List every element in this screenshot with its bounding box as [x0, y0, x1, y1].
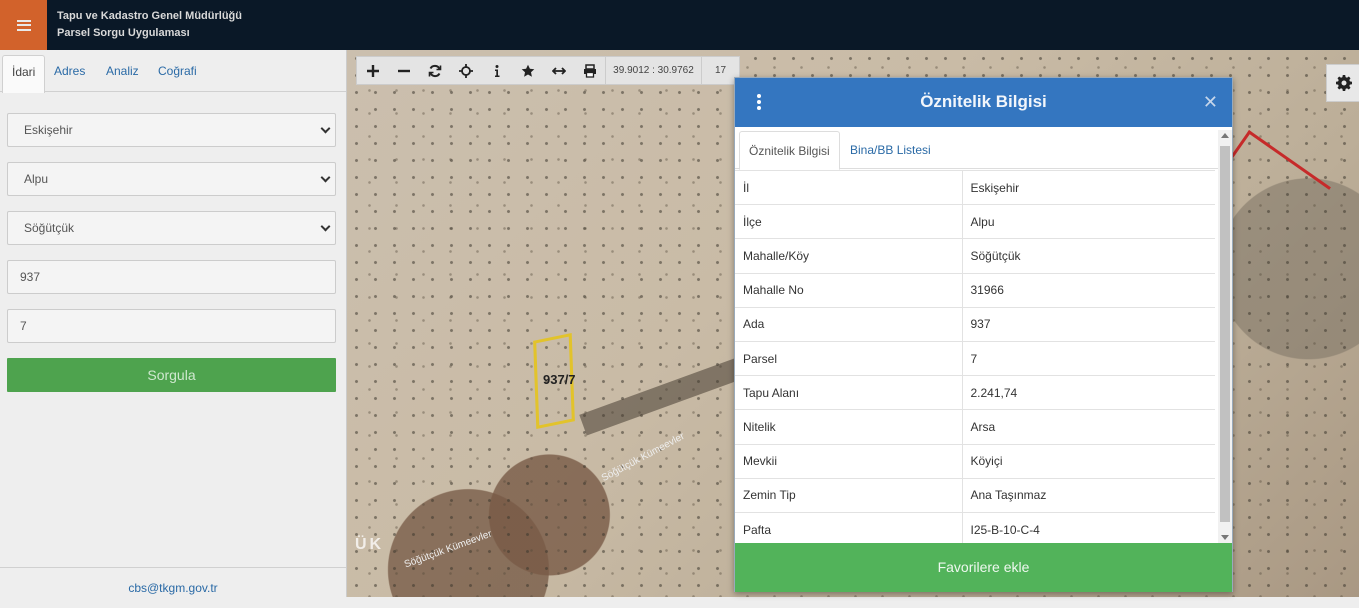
favorite-button[interactable]	[512, 57, 543, 84]
star-icon	[521, 64, 534, 77]
tab-building-list[interactable]: Bina/BB Listesi	[850, 131, 931, 169]
measure-button[interactable]	[543, 57, 574, 84]
table-row: Parsel 7	[735, 340, 1215, 376]
table-row: İlçe Alpu	[735, 204, 1215, 239]
dialog-title: Öznitelik Bilgisi	[920, 92, 1047, 111]
table-row: Pafta I25-B-10-C-4	[735, 511, 1215, 547]
table-row: İl Eskişehir	[735, 169, 1215, 205]
locate-icon	[458, 63, 473, 78]
map-toolbar: 39.9012 : 30.9762 17	[356, 56, 740, 85]
attribute-key: Mahalle No	[735, 272, 963, 308]
tab-analiz[interactable]: Analiz	[106, 58, 139, 92]
attribute-key: Ada	[735, 306, 963, 342]
attribute-value: 2.241,74	[962, 375, 1215, 410]
attribute-value: Ana Taşınmaz	[962, 477, 1215, 513]
attribute-key: Tapu Alanı	[735, 375, 963, 410]
attribute-value: 31966	[962, 272, 1215, 308]
parcel-input[interactable]: 7	[7, 309, 336, 343]
refresh-icon	[428, 64, 441, 77]
zoom-out-icon	[397, 69, 410, 72]
neighborhood-select[interactable]: Söğütçük	[7, 211, 336, 245]
attribute-key: Zemin Tip	[735, 477, 963, 513]
hamburger-menu-icon	[16, 19, 31, 31]
parcel-value: 7	[20, 319, 27, 333]
tab-adres[interactable]: Adres	[54, 58, 85, 92]
chevron-down-icon	[320, 172, 331, 183]
locate-button[interactable]	[450, 57, 481, 84]
district-value: Alpu	[24, 172, 49, 186]
print-button[interactable]	[574, 57, 605, 84]
dialog-header: Öznitelik Bilgisi ✕	[735, 78, 1232, 127]
attribute-key: İlçe	[735, 204, 963, 239]
query-button[interactable]: Sorgula	[7, 358, 336, 392]
attribute-value: Alpu	[962, 204, 1215, 239]
table-row: Ada 937	[735, 306, 1215, 342]
sidebar-tabs: İdari Adres Analiz Coğrafi	[0, 50, 346, 93]
hamburger-menu-button[interactable]	[0, 0, 47, 50]
chevron-down-icon	[320, 123, 331, 134]
area-label: ÜK	[355, 536, 385, 553]
zoom-in-icon	[366, 64, 379, 77]
neighborhood-value: Söğütçük	[24, 221, 75, 235]
chevron-down-icon	[320, 221, 331, 232]
print-icon	[583, 63, 596, 78]
tab-cografi[interactable]: Coğrafi	[158, 58, 197, 92]
attribute-value: Arsa	[962, 409, 1215, 444]
dialog-scrollbar[interactable]	[1218, 130, 1232, 543]
scrollbar-thumb[interactable]	[1220, 146, 1230, 522]
parcel-label: 937/7	[543, 372, 576, 387]
attribute-table: İl Eskişehir İlçe Alpu Mahalle/Köy Söğütçük Ma…	[735, 169, 1215, 547]
block-input[interactable]: 937	[7, 260, 336, 294]
table-row: Mahalle/Köy Söğütçük	[735, 238, 1215, 274]
tab-attribute-info[interactable]: Öznitelik Bilgisi	[739, 131, 840, 170]
attribute-value: Söğütçük	[962, 238, 1215, 274]
attribute-value: Eskişehir	[962, 169, 1215, 205]
table-row: Tapu Alanı 2.241,74	[735, 375, 1215, 410]
app-title: Tapu ve Kadastro Genel Müdürlüğü Parsel …	[57, 8, 242, 42]
settings-button[interactable]	[1326, 64, 1359, 102]
gear-icon	[1336, 75, 1352, 91]
table-row: Mahalle No 31966	[735, 272, 1215, 308]
app-title-line2: Parsel Sorgu Uygulaması	[57, 27, 190, 39]
refresh-button[interactable]	[419, 57, 450, 84]
attribute-info-dialog: Öznitelik Bilgisi ✕ Öznitelik Bilgisi Bi…	[734, 77, 1233, 592]
province-value: Eskişehir	[24, 123, 73, 137]
block-value: 937	[20, 270, 41, 284]
attribute-value: Köyiçi	[962, 443, 1215, 479]
attribute-value: 937	[962, 306, 1215, 342]
scroll-down-icon[interactable]	[1221, 535, 1229, 540]
contact-email-link[interactable]: cbs@tkgm.gov.tr	[0, 567, 346, 597]
app-title-line1: Tapu ve Kadastro Genel Müdürlüğü	[57, 10, 242, 22]
attribute-key: Pafta	[735, 511, 963, 547]
district-select[interactable]: Alpu	[7, 162, 336, 196]
attribute-key: Mevkii	[735, 443, 963, 479]
attribute-key: Nitelik	[735, 409, 963, 444]
province-select[interactable]: Eskişehir	[7, 113, 336, 147]
info-icon	[494, 64, 499, 77]
attribute-key: Mahalle/Köy	[735, 238, 963, 274]
attribute-key: Parsel	[735, 340, 963, 376]
table-row: Nitelik Arsa	[735, 409, 1215, 444]
tab-idari[interactable]: İdari	[2, 55, 46, 93]
zoom-in-button[interactable]	[357, 57, 388, 84]
query-sidebar: İdari Adres Analiz Coğrafi Eskişehir Alp…	[0, 50, 347, 597]
attribute-value: 7	[962, 340, 1215, 376]
table-row: Mevkii Köyiçi	[735, 443, 1215, 479]
info-button[interactable]	[481, 57, 512, 84]
coordinate-readout: 39.9012 : 30.9762	[605, 57, 701, 84]
scroll-up-icon[interactable]	[1221, 133, 1229, 138]
attribute-value: I25-B-10-C-4	[962, 511, 1215, 547]
attribute-key: İl	[735, 169, 963, 205]
add-to-favorites-button[interactable]: Favorilere ekle	[735, 543, 1232, 592]
zoom-out-button[interactable]	[388, 57, 419, 84]
top-bar: Tapu ve Kadastro Genel Müdürlüğü Parsel …	[0, 0, 1359, 50]
close-icon[interactable]: ✕	[1203, 92, 1218, 113]
dialog-tabs: Öznitelik Bilgisi Bina/BB Listesi	[735, 127, 1218, 170]
table-row: Zemin Tip Ana Taşınmaz	[735, 477, 1215, 513]
measure-icon	[551, 66, 566, 75]
